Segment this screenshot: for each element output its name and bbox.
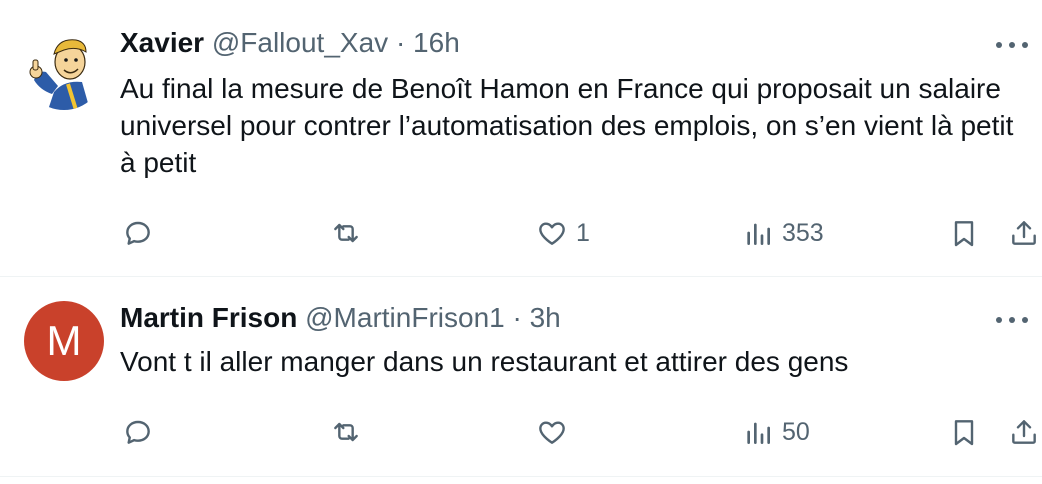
retweet-icon [334, 422, 358, 442]
reply-button[interactable] [122, 213, 154, 253]
bookmark-button[interactable] [948, 213, 980, 253]
like-button[interactable] [536, 412, 576, 452]
avatar[interactable] [24, 30, 104, 110]
more-options-icon[interactable] [996, 315, 1028, 325]
user-handle[interactable]: @Fallout_Xav [212, 27, 388, 58]
separator-dot: · [512, 302, 522, 333]
share-icon [1012, 221, 1036, 245]
timestamp[interactable]: 16h [413, 27, 460, 58]
like-count: 1 [576, 218, 590, 247]
retweet-button[interactable] [330, 213, 362, 253]
reply-icon [126, 221, 150, 245]
heart-icon [539, 222, 565, 245]
reply-icon [126, 420, 150, 444]
tweet-header: Martin Frison @MartinFrison1 · 3h [120, 301, 561, 335]
display-name[interactable]: Martin Frison [120, 302, 297, 333]
separator-dot: · [395, 27, 406, 58]
tweet-header: Xavier @Fallout_Xav · 16h [120, 26, 460, 60]
share-icon [1012, 420, 1036, 444]
reply-button[interactable] [122, 412, 154, 452]
views-button[interactable]: 50 [742, 412, 810, 452]
tweet[interactable]: M Martin Frison @MartinFrison1 · 3h Vont… [0, 277, 1042, 477]
views-icon [747, 223, 770, 245]
tweet-text: Vont t il aller manger dans un restauran… [120, 346, 849, 377]
action-bar: 50 [0, 412, 1042, 452]
tweet-text: Au final la mesure de Benoît Hamon en Fr… [120, 73, 1014, 178]
view-count: 50 [782, 417, 810, 446]
share-button[interactable] [1008, 412, 1040, 452]
display-name[interactable]: Xavier [120, 27, 204, 58]
retweet-icon [334, 223, 358, 243]
more-options-icon[interactable] [996, 40, 1028, 50]
bookmark-icon [954, 420, 974, 446]
user-handle[interactable]: @MartinFrison1 [305, 302, 505, 333]
action-bar: 1 353 [0, 213, 1042, 253]
views-button[interactable]: 353 [742, 213, 824, 253]
view-count: 353 [782, 218, 824, 247]
like-button[interactable]: 1 [536, 213, 590, 253]
retweet-button[interactable] [330, 412, 362, 452]
avatar[interactable]: M [24, 301, 104, 381]
bookmark-button[interactable] [948, 412, 980, 452]
share-button[interactable] [1008, 213, 1040, 253]
bookmark-icon [954, 221, 974, 247]
tweet[interactable]: Xavier @Fallout_Xav · 16h Au final la me… [0, 0, 1042, 277]
heart-icon [539, 421, 565, 444]
vault-boy-avatar-icon [24, 30, 104, 110]
timestamp[interactable]: 3h [530, 302, 561, 333]
views-icon [747, 422, 770, 444]
